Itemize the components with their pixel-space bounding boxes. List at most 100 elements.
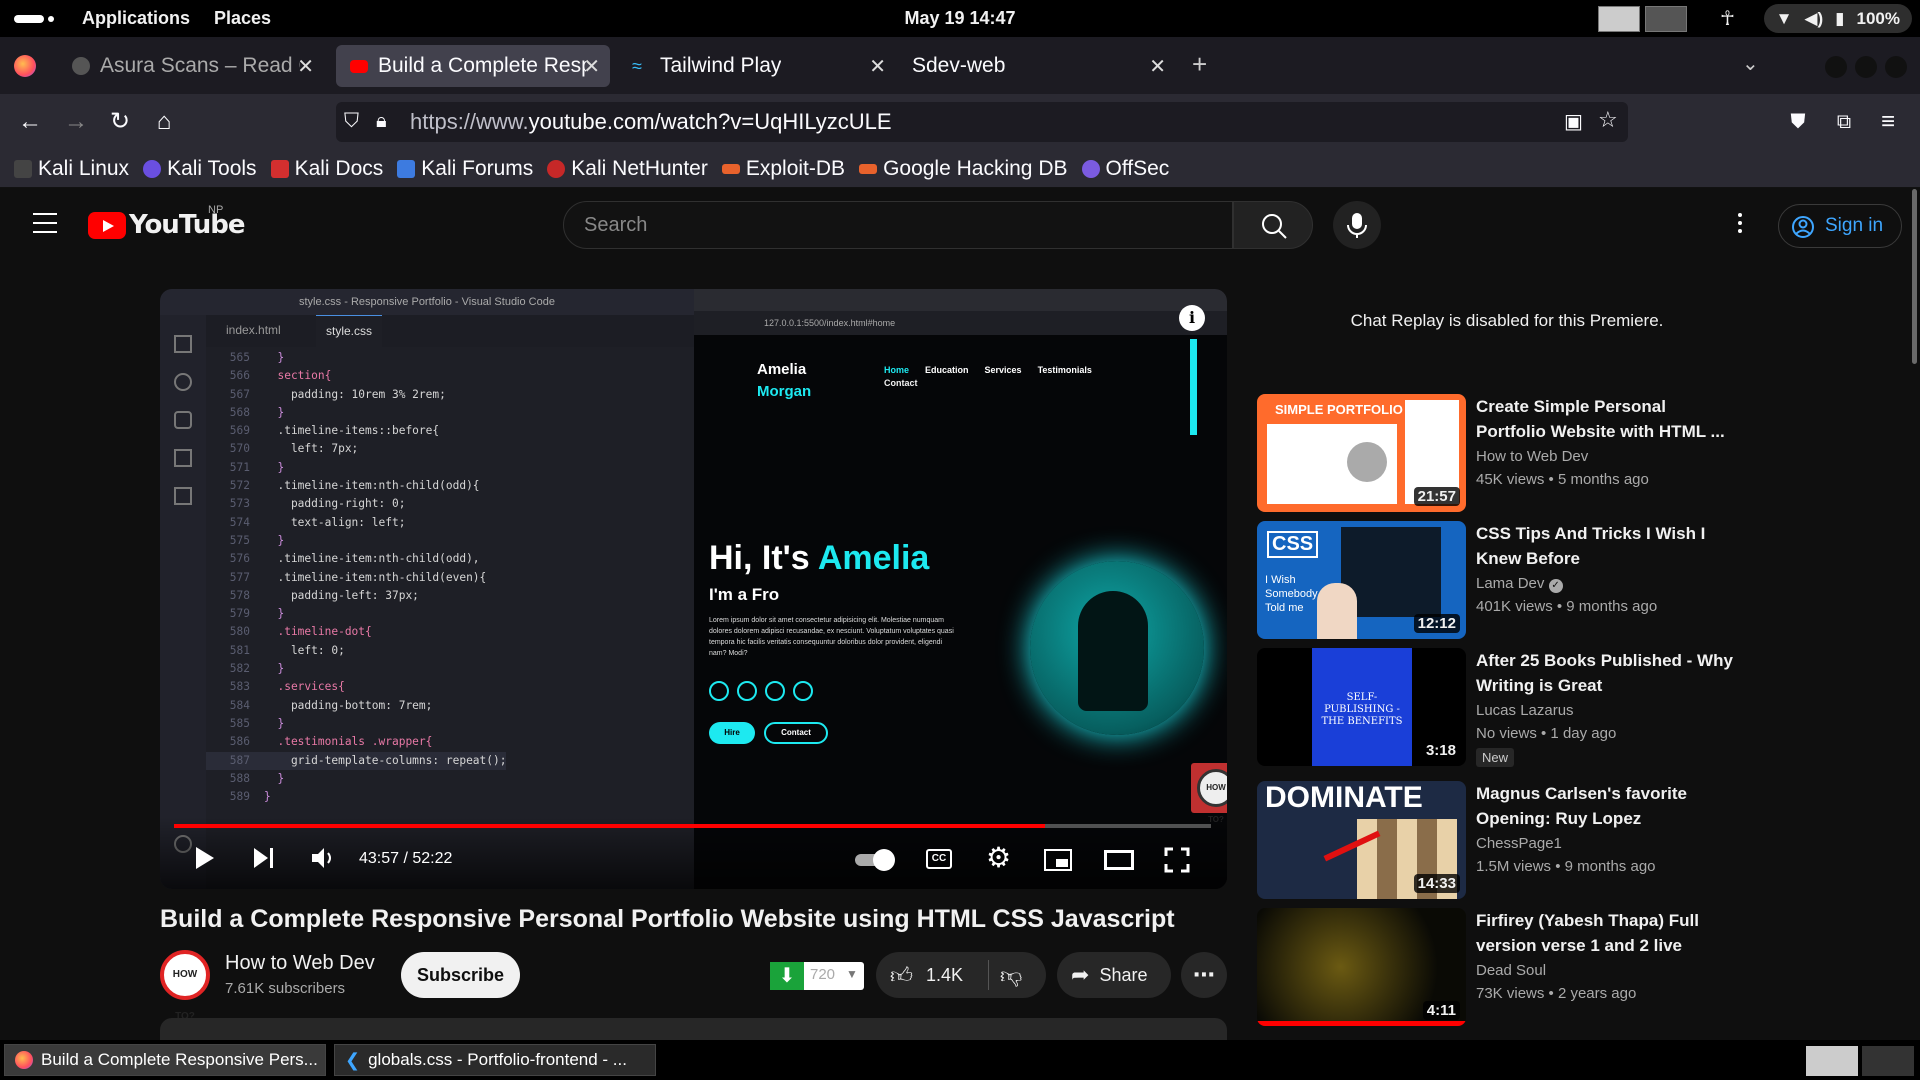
applications-menu[interactable]: Applications (82, 8, 190, 29)
volume-button[interactable] (310, 845, 336, 876)
channel-name[interactable]: How to Web Dev (1476, 448, 1588, 465)
task-vscode-window[interactable]: ❮ globals.css - Portfolio-frontend - ... (334, 1044, 656, 1076)
bookmark-kali-linux[interactable]: Kali Linux (14, 157, 129, 181)
play-button[interactable] (194, 845, 216, 876)
dislike-icon[interactable]: 👎︎ (1000, 962, 1022, 989)
like-count[interactable]: 1.4K (926, 965, 963, 986)
miniplayer-icon[interactable] (1044, 849, 1072, 871)
video-thumbnail[interactable]: DOMINATE 14:33 (1257, 781, 1466, 899)
share-button[interactable]: ➦ Share (1057, 952, 1171, 998)
system-tray[interactable]: ▼ ◀) ▮ 100% (1763, 4, 1912, 33)
bookmark-kali-docs[interactable]: Kali Docs (270, 157, 383, 181)
download-extension-button[interactable]: ⬇ 720 ▼ (770, 962, 864, 990)
video-title[interactable]: CSS Tips And Tricks I Wish I Knew Before (1476, 521, 1736, 571)
channel-name[interactable]: How to Web Dev (225, 952, 375, 975)
window-minimize-button[interactable] (1825, 56, 1847, 78)
like-icon[interactable]: 👍︎ (890, 962, 913, 989)
bookmark-google-hacking-db[interactable]: Google Hacking DB (859, 157, 1068, 181)
search-input[interactable]: Search (563, 201, 1233, 249)
recommended-video[interactable]: SELF-PUBLISHING - THE BENEFITS 3:18 Afte… (1257, 648, 1733, 768)
info-icon[interactable]: i (1179, 305, 1205, 331)
bookmark-offsec[interactable]: OffSec (1081, 157, 1169, 181)
close-tab-icon[interactable]: ✕ (869, 54, 886, 79)
code-line: 583 .services{ (206, 678, 506, 696)
video-title[interactable]: After 25 Books Published - Why Writing i… (1476, 648, 1736, 698)
home-icon[interactable]: ⌂ (148, 106, 180, 138)
download-quality: 720 (810, 966, 836, 983)
recommended-video[interactable]: DOMINATE 14:33 Magnus Carlsen's favorite… (1257, 781, 1717, 901)
voice-search-button[interactable] (1333, 201, 1381, 249)
recommended-video[interactable]: SIMPLE PORTFOLIO 21:57 Create Simple Per… (1257, 394, 1725, 514)
code-text: } (264, 405, 285, 419)
window-maximize-button[interactable] (1855, 56, 1877, 78)
channel-name[interactable]: ChessPage1 (1476, 835, 1562, 852)
list-tabs-chevron-icon[interactable]: ⌄ (1742, 51, 1759, 76)
channel-name[interactable]: Lucas Lazarus (1476, 702, 1574, 719)
recommended-video[interactable]: CSS I Wish Somebody Told me 12:12 CSS Ti… (1257, 521, 1717, 641)
next-button[interactable] (252, 845, 276, 876)
shield-icon[interactable]: ⛉ (344, 110, 359, 133)
bookmark-kali-tools[interactable]: Kali Tools (143, 157, 257, 181)
pocket-icon[interactable]: ⛊ (1782, 106, 1814, 138)
workspace-switcher-2[interactable] (1862, 1046, 1914, 1076)
extensions-icon[interactable]: ⧉ (1828, 106, 1860, 138)
youtube-logo[interactable]: YouTube NP (88, 204, 245, 240)
fullscreen-button[interactable] (1164, 847, 1190, 878)
close-tab-icon[interactable]: ✕ (297, 54, 314, 79)
autoplay-toggle[interactable] (855, 849, 895, 871)
guide-menu-icon[interactable] (33, 213, 57, 240)
bookmark-star-icon[interactable]: ☆ (1598, 107, 1618, 133)
search-button[interactable] (1233, 201, 1313, 249)
video-thumbnail[interactable]: 4:11 (1257, 908, 1466, 1026)
lock-icon[interactable]: 🔒︎ (376, 110, 387, 133)
window-close-button[interactable] (1885, 56, 1907, 78)
video-player[interactable]: style.css - Responsive Portfolio - Visua… (160, 289, 1227, 889)
app-menu-icon[interactable]: ≡ (1872, 106, 1904, 138)
video-thumbnail[interactable]: SIMPLE PORTFOLIO 21:57 (1257, 394, 1466, 512)
video-thumbnail[interactable]: SELF-PUBLISHING - THE BENEFITS 3:18 (1257, 648, 1466, 766)
settings-gear-icon[interactable]: ⚙ (986, 844, 1011, 872)
channel-name[interactable]: Dead Soul (1476, 962, 1546, 979)
volume-icon: ◀) (1804, 8, 1824, 28)
reader-view-icon[interactable]: ▣ (1564, 109, 1583, 134)
firefox-menu-icon[interactable] (14, 55, 36, 77)
task-firefox-window[interactable]: Build a Complete Responsive Pers... (4, 1044, 326, 1076)
video-frame-website: 127.0.0.1:5500/index.html#home Amelia Mo… (694, 289, 1227, 889)
page-scrollbar[interactable] (1912, 189, 1917, 364)
places-menu[interactable]: Places (214, 8, 271, 29)
tab-sdev-web[interactable]: Sdev-web ✕ (898, 45, 1176, 87)
video-title[interactable]: Magnus Carlsen's favorite Opening: Ruy L… (1476, 781, 1736, 831)
settings-kebab-icon[interactable] (1738, 213, 1744, 237)
more-actions-icon[interactable]: ⋯ (1181, 952, 1227, 998)
back-arrow-icon[interactable]: ← (14, 106, 46, 138)
bookmark-kali-nethunter[interactable]: Kali NetHunter (547, 157, 708, 181)
video-title[interactable]: Create Simple Personal Portfolio Website… (1476, 394, 1736, 444)
workspace-switcher-1[interactable] (1806, 1046, 1858, 1076)
channel-name[interactable]: Lama Dev ✓ (1476, 575, 1563, 593)
line-number: 568 (229, 405, 250, 419)
close-tab-icon[interactable]: ✕ (1149, 54, 1166, 79)
workspace-1[interactable] (1598, 6, 1640, 32)
sign-in-button[interactable]: Sign in (1778, 204, 1902, 248)
recommended-video[interactable]: 4:11 Firfirey (Yabesh Thapa) Full versio… (1257, 908, 1717, 1028)
activities-indicator[interactable] (14, 14, 44, 23)
close-tab-icon[interactable]: ✕ (583, 54, 600, 79)
new-tab-button[interactable]: + (1192, 49, 1207, 80)
bookmark-kali-forums[interactable]: Kali Forums (397, 157, 533, 181)
tab-asura-scans[interactable]: Asura Scans – Read Co ✕ (58, 45, 324, 87)
accessibility-icon[interactable]: ☥ (1720, 6, 1735, 31)
progress-bar[interactable] (174, 824, 1211, 828)
workspace-2[interactable] (1645, 6, 1687, 32)
tab-tailwind-play[interactable]: ≈ Tailwind Play ✕ (618, 45, 896, 87)
theater-mode-icon[interactable] (1104, 850, 1134, 870)
bookmark-exploit-db[interactable]: Exploit-DB (721, 157, 845, 181)
forward-arrow-icon[interactable]: → (60, 106, 92, 138)
subscribe-button[interactable]: Subscribe (401, 952, 520, 998)
channel-avatar[interactable]: HOW TO? (160, 950, 210, 1022)
video-title[interactable]: Firfirey (Yabesh Thapa) Full version ver… (1476, 908, 1736, 958)
video-thumbnail[interactable]: CSS I Wish Somebody Told me 12:12 (1257, 521, 1466, 639)
address-bar[interactable]: ⛉ 🔒︎ https://www. youtube.com/watch?v=UqH… (336, 102, 1628, 142)
tab-youtube-active[interactable]: Build a Complete Resp ✕ (336, 45, 610, 87)
captions-icon[interactable]: CC (926, 849, 952, 869)
reload-icon[interactable]: ↻ (104, 106, 136, 138)
